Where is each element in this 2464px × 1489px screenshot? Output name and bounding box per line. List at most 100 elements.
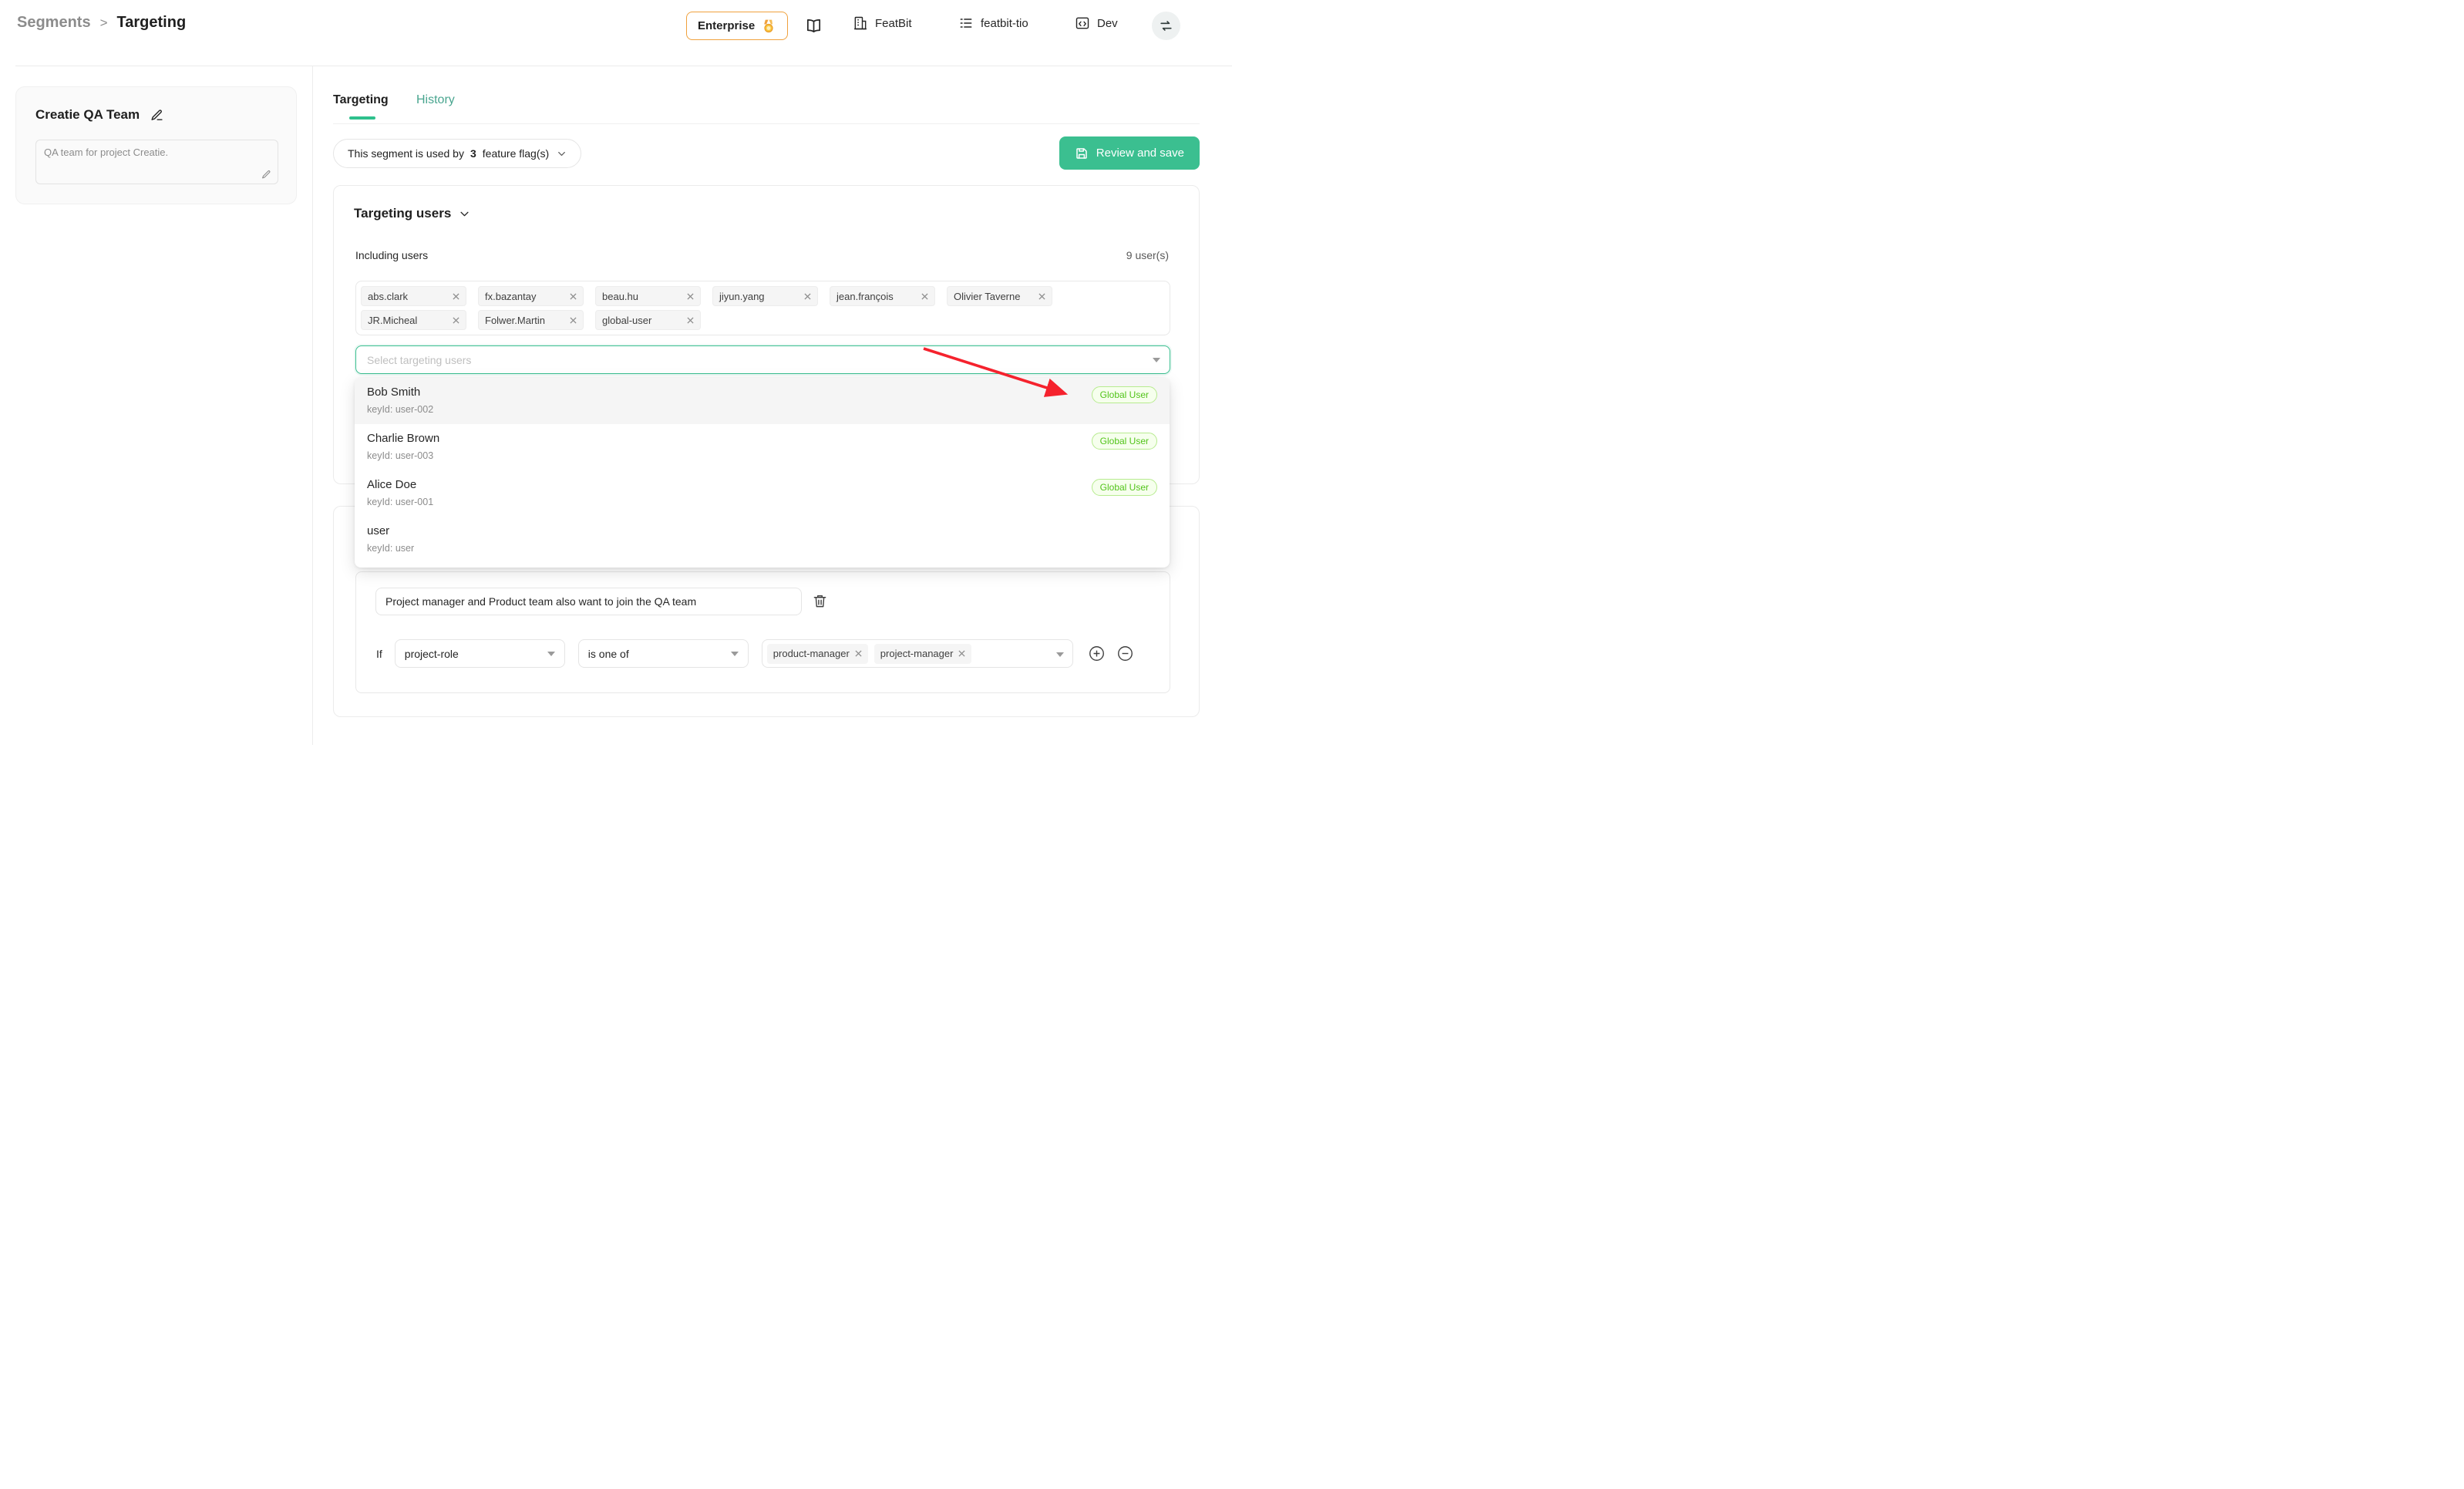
list-icon <box>958 15 974 31</box>
operator-select[interactable]: is one of <box>578 639 749 668</box>
edit-description-icon[interactable] <box>261 170 271 180</box>
user-tag: Olivier Taverne <box>947 286 1052 306</box>
user-tag: global-user <box>595 310 701 330</box>
tab-bar-divider <box>333 123 1200 124</box>
tag-remove-icon[interactable] <box>921 293 928 300</box>
user-tag-label: Olivier Taverne <box>954 291 1020 302</box>
breadcrumb-segments-link[interactable]: Segments <box>17 14 91 32</box>
user-option[interactable]: Bob Smith keyId: user-002 Global User <box>355 378 1170 424</box>
option-key: keyId: user-001 <box>367 495 1157 509</box>
user-tag-label: jiyun.yang <box>719 291 765 302</box>
user-tag: jean.françois <box>830 286 935 306</box>
value-remove-icon[interactable] <box>958 650 965 657</box>
environment-switcher[interactable]: Dev <box>1075 15 1118 31</box>
value-tag: project-manager <box>874 644 972 664</box>
user-tag-label: fx.bazantay <box>485 291 537 302</box>
rule-description-input[interactable] <box>375 588 802 615</box>
targeting-users-select-input[interactable] <box>365 353 1153 367</box>
user-tag-label: jean.françois <box>836 291 894 302</box>
tag-remove-icon[interactable] <box>804 293 811 300</box>
user-tag-label: abs.clark <box>368 291 408 302</box>
switch-workspace-button[interactable] <box>1152 12 1180 40</box>
value-remove-icon[interactable] <box>855 650 862 657</box>
usage-suffix: feature flag(s) <box>483 147 549 160</box>
user-tag-label: beau.hu <box>602 291 638 302</box>
user-tag: JR.Micheal <box>361 310 466 330</box>
global-user-badge: Global User <box>1092 479 1157 496</box>
user-option[interactable]: user keyId: user <box>355 517 1170 563</box>
tab-targeting[interactable]: Targeting <box>333 93 389 107</box>
segment-description-box[interactable]: QA team for project Creatie. <box>35 140 278 184</box>
add-condition-button[interactable] <box>1089 645 1105 662</box>
option-key: keyId: user-002 <box>367 403 1157 416</box>
save-icon <box>1075 147 1089 160</box>
docs-book-icon[interactable] <box>805 17 823 35</box>
tag-remove-icon[interactable] <box>687 317 694 324</box>
swap-arrows-icon <box>1159 19 1173 33</box>
tag-remove-icon[interactable] <box>453 317 459 324</box>
tag-remove-icon[interactable] <box>687 293 694 300</box>
user-tag: abs.clark <box>361 286 466 306</box>
targeting-users-dropdown: Bob Smith keyId: user-002 Global User Ch… <box>355 378 1170 568</box>
value-tag: product-manager <box>767 644 868 664</box>
option-name: Alice Doe <box>367 477 1157 493</box>
including-users-label: Including users <box>355 249 428 261</box>
user-count-label: 9 user(s) <box>1126 249 1169 261</box>
user-option[interactable]: Alice Doe keyId: user-001 Global User <box>355 470 1170 517</box>
select-caret-icon <box>547 652 555 656</box>
user-tag: Folwer.Martin <box>478 310 584 330</box>
breadcrumb-separator: > <box>100 15 108 31</box>
delete-rule-icon[interactable] <box>813 594 827 608</box>
operator-select-value: is one of <box>588 648 629 660</box>
org-switcher[interactable]: featbit-tio <box>958 15 1028 31</box>
collapse-chevron-icon[interactable] <box>459 208 470 220</box>
edit-name-icon[interactable] <box>150 109 163 122</box>
sidebar-divider <box>312 66 313 745</box>
remove-condition-button[interactable] <box>1117 645 1133 662</box>
value-tag-label: project-manager <box>880 648 954 659</box>
breadcrumb: Segments > Targeting <box>17 14 186 32</box>
tag-remove-icon[interactable] <box>1038 293 1045 300</box>
global-user-badge: Global User <box>1092 386 1157 403</box>
targeting-users-select[interactable] <box>355 345 1170 374</box>
tab-history[interactable]: History <box>416 93 455 107</box>
enterprise-plan-badge[interactable]: Enterprise <box>686 12 788 40</box>
option-name: user <box>367 524 1157 539</box>
user-tag: jiyun.yang <box>712 286 818 306</box>
tag-remove-icon[interactable] <box>453 293 459 300</box>
user-tag-label: JR.Micheal <box>368 315 417 326</box>
user-tag-label: global-user <box>602 315 651 326</box>
user-tag: fx.bazantay <box>478 286 584 306</box>
option-key: keyId: user <box>367 541 1157 555</box>
page-title: Targeting <box>117 14 187 32</box>
active-tab-indicator <box>349 116 375 120</box>
code-window-icon <box>1075 15 1090 31</box>
option-name: Charlie Brown <box>367 431 1157 446</box>
property-select[interactable]: project-role <box>395 639 565 668</box>
usage-prefix: This segment is used by <box>348 147 464 160</box>
rule-box: If project-role is one of product-manage… <box>355 571 1170 693</box>
option-name: Bob Smith <box>367 385 1157 400</box>
org-name: featbit-tio <box>981 17 1028 30</box>
project-switcher[interactable]: FeatBit <box>853 15 912 31</box>
user-option[interactable]: Charlie Brown keyId: user-003 Global Use… <box>355 424 1170 470</box>
chevron-down-icon <box>557 149 567 159</box>
env-name: Dev <box>1097 17 1118 30</box>
enterprise-plan-label: Enterprise <box>698 19 755 32</box>
value-tag-label: product-manager <box>773 648 850 659</box>
values-multiselect[interactable]: product-manager project-manager <box>762 639 1073 668</box>
targeting-users-title: Targeting users <box>354 206 451 221</box>
segment-info-card: Creatie QA Team QA team for project Crea… <box>15 86 297 204</box>
select-caret-icon <box>1056 652 1064 657</box>
medal-icon <box>761 19 776 34</box>
user-tag: beau.hu <box>595 286 701 306</box>
select-caret-icon <box>1153 358 1160 362</box>
review-and-save-button[interactable]: Review and save <box>1059 136 1200 170</box>
segment-usage-toggle[interactable]: This segment is used by 3 feature flag(s… <box>333 139 581 168</box>
tag-remove-icon[interactable] <box>570 317 577 324</box>
if-label: If <box>376 648 382 660</box>
user-tag-label: Folwer.Martin <box>485 315 545 326</box>
tag-remove-icon[interactable] <box>570 293 577 300</box>
building-icon <box>853 15 868 31</box>
global-user-badge: Global User <box>1092 433 1157 450</box>
